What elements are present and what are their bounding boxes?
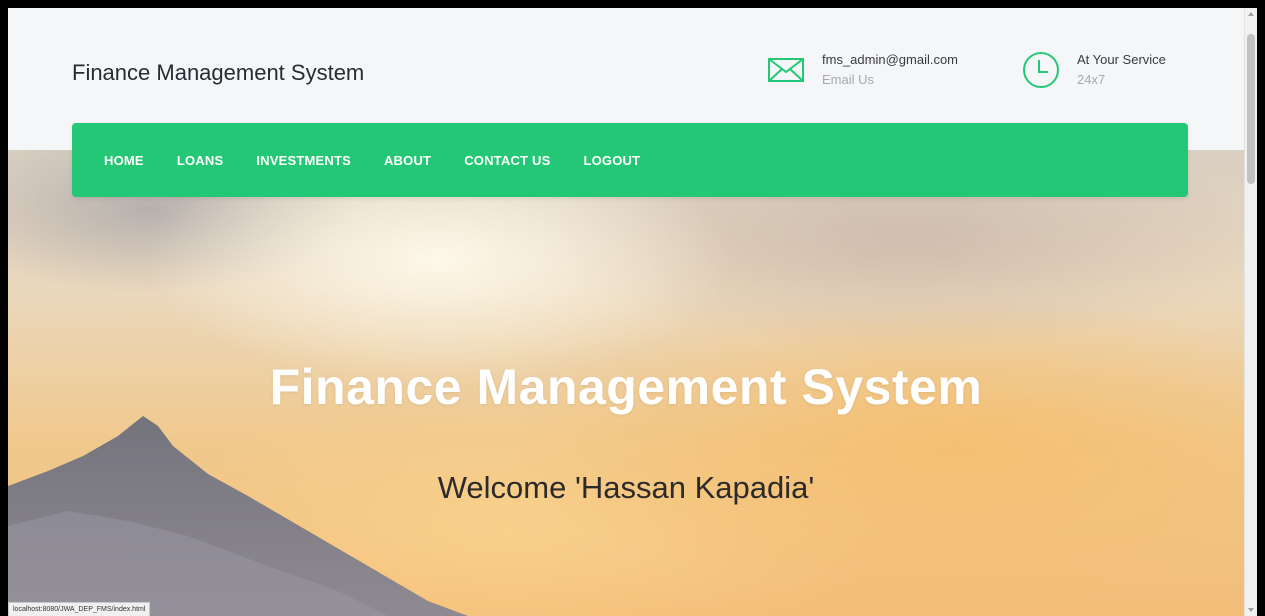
clock-icon: [1023, 52, 1059, 88]
browser-viewport: Finance Management System fms_admin@gmai…: [8, 8, 1257, 616]
mountain-image: [8, 416, 468, 616]
vertical-scrollbar[interactable]: [1244, 8, 1257, 616]
service-hours-value: 24x7: [1077, 72, 1106, 87]
email-contact[interactable]: fms_admin@gmail.com Email Us: [766, 50, 958, 90]
nav-loans[interactable]: LOANS: [177, 153, 224, 168]
email-label: Email Us: [822, 72, 875, 87]
service-title: At Your Service: [1077, 52, 1166, 67]
status-bar-url: localhost:8080/JWA_DEP_FMS/index.html: [8, 602, 151, 616]
hero-title: Finance Management System: [269, 359, 983, 415]
nav-home[interactable]: HOME: [104, 153, 144, 168]
service-hours: At Your Service 24x7: [1021, 50, 1166, 90]
site-brand[interactable]: Finance Management System: [72, 60, 364, 86]
nav-logout[interactable]: LOGOUT: [583, 153, 640, 168]
scroll-up-arrow-icon[interactable]: [1248, 12, 1254, 16]
main-navbar: HOME LOANS INVESTMENTS ABOUT CONTACT US …: [72, 123, 1188, 197]
scrollbar-thumb[interactable]: [1247, 34, 1255, 184]
scroll-down-arrow-icon[interactable]: [1248, 608, 1254, 612]
email-address[interactable]: fms_admin@gmail.com: [822, 50, 958, 70]
nav-investments[interactable]: INVESTMENTS: [256, 153, 351, 168]
envelope-icon: [768, 58, 804, 82]
nav-about[interactable]: ABOUT: [384, 153, 431, 168]
welcome-message: Welcome 'Hassan Kapadia': [437, 470, 815, 505]
nav-contact-us[interactable]: CONTACT US: [464, 153, 550, 168]
